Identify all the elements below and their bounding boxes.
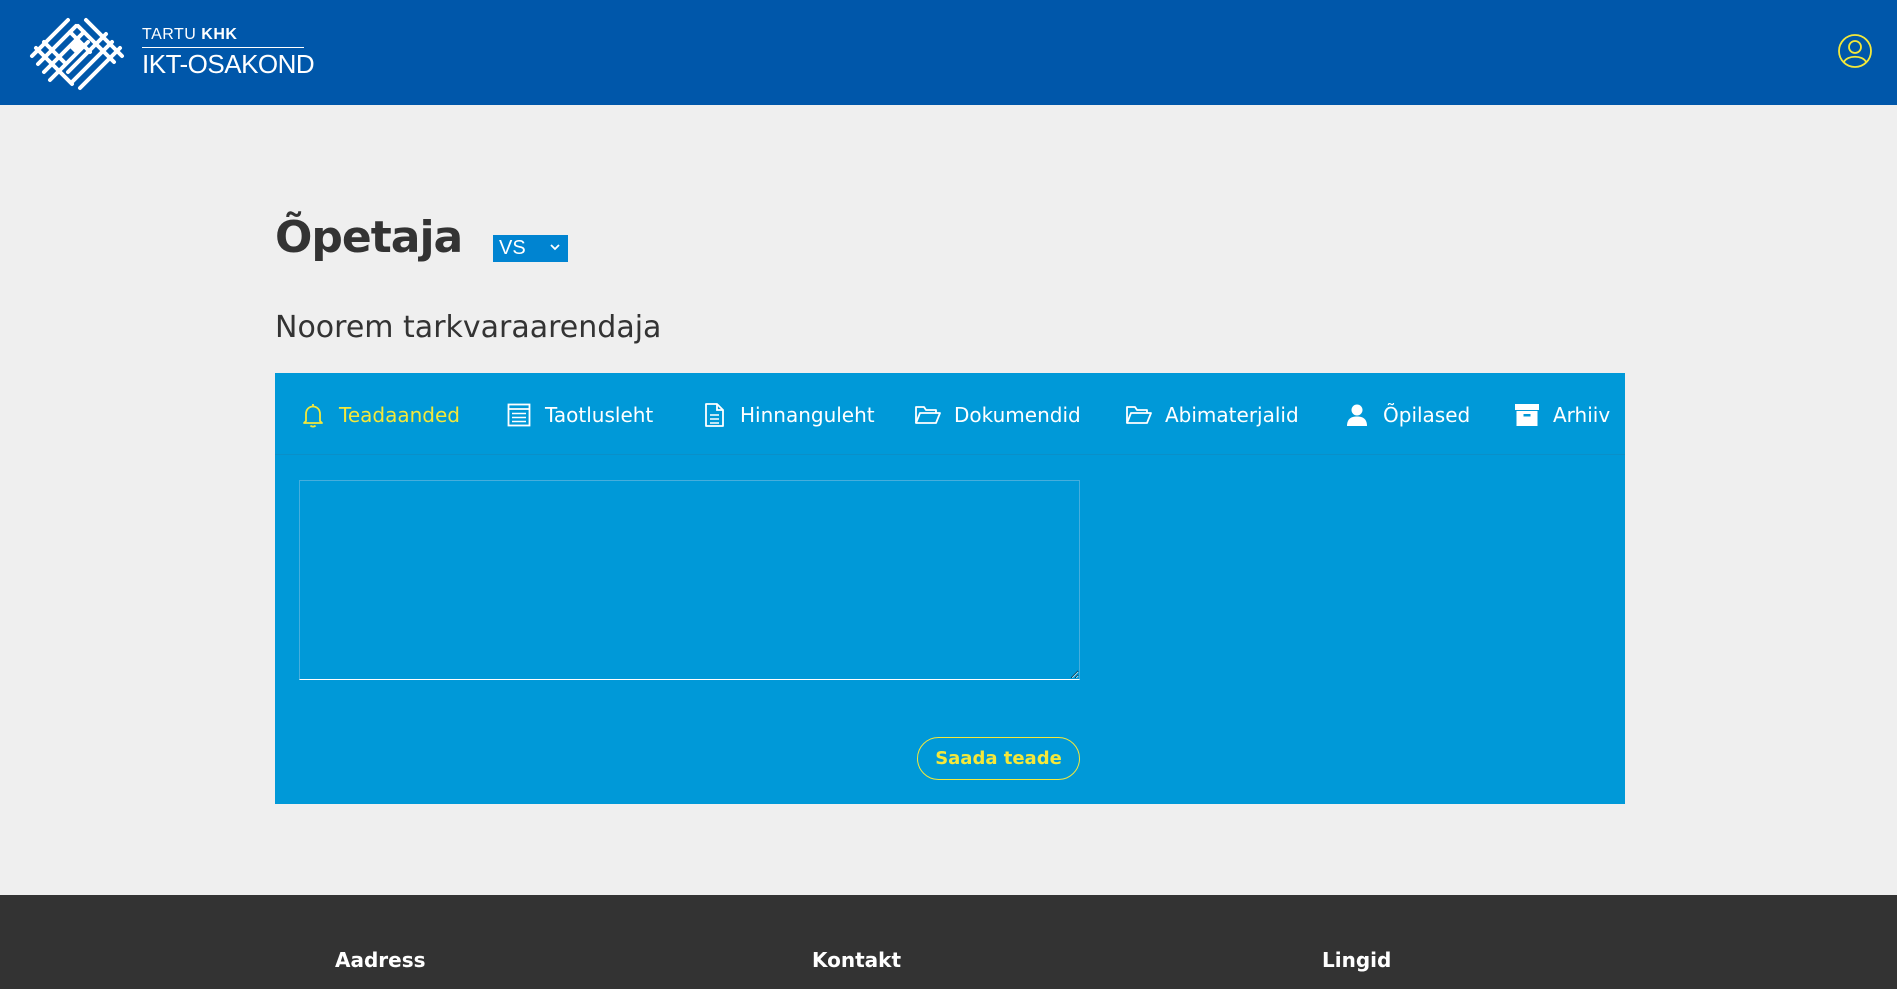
tab-label: Dokumendid xyxy=(954,403,1081,427)
form-list-icon xyxy=(507,403,531,427)
footer-heading-links: Lingid xyxy=(1322,948,1392,972)
send-notice-button[interactable]: Saada teade xyxy=(917,737,1080,780)
logo-bottom-text: IKT-OSAKOND xyxy=(142,49,315,79)
tab-label: Hinnanguleht xyxy=(740,403,875,427)
archive-box-icon xyxy=(1515,404,1539,426)
tab-abimaterjalid[interactable]: Abimaterjalid xyxy=(1125,395,1299,435)
folder-open-icon xyxy=(1126,406,1152,424)
teacher-panel: Teadaanded Taotlusleht Hinnanguleht Doku… xyxy=(275,373,1625,804)
logo-mark-icon xyxy=(30,18,124,90)
user-icon xyxy=(1347,404,1367,426)
page-title: Õpetaja xyxy=(275,212,463,263)
tab-label: Taotlusleht xyxy=(545,403,654,427)
footer: Aadress Kontakt Lingid xyxy=(0,895,1897,989)
tab-label: Arhiiv xyxy=(1553,403,1611,427)
chevron-down-icon xyxy=(550,244,560,251)
tab-label: Abimaterjalid xyxy=(1165,403,1299,427)
message-textarea[interactable] xyxy=(299,480,1080,680)
document-icon xyxy=(705,403,724,427)
page-subtitle: Noorem tarkvaraarendaja xyxy=(275,310,662,345)
tab-opilased[interactable]: Õpilased xyxy=(1343,395,1470,435)
group-select[interactable]: VS xyxy=(493,235,568,262)
logo-top-text: TARTU KHK xyxy=(142,26,304,48)
tab-dokumendid[interactable]: Dokumendid xyxy=(914,395,1081,435)
tab-taotlusleht[interactable]: Taotlusleht xyxy=(505,395,653,435)
top-header: TARTU KHK IKT-OSAKOND xyxy=(0,0,1897,105)
footer-heading-contact: Kontakt xyxy=(812,948,902,972)
footer-heading-address: Aadress xyxy=(335,948,426,972)
logo-text: TARTU KHK IKT-OSAKOND xyxy=(142,26,315,80)
bell-icon xyxy=(303,404,323,428)
tab-teadaanded[interactable]: Teadaanded xyxy=(299,395,460,435)
logo-top-bold: KHK xyxy=(201,26,238,43)
logo-top-prefix: TARTU xyxy=(142,26,202,43)
tab-hinnanguleht[interactable]: Hinnanguleht xyxy=(700,395,875,435)
user-circle-icon[interactable] xyxy=(1837,33,1873,69)
folder-open-icon xyxy=(915,406,941,424)
tab-label: Teadaanded xyxy=(339,403,460,427)
tab-label: Õpilased xyxy=(1383,403,1471,427)
logo[interactable]: TARTU KHK IKT-OSAKOND xyxy=(28,12,328,94)
tab-bar: Teadaanded Taotlusleht Hinnanguleht Doku… xyxy=(275,373,1625,455)
group-select-value: VS xyxy=(499,237,526,259)
tab-arhiiv[interactable]: Arhiiv xyxy=(1513,395,1610,435)
